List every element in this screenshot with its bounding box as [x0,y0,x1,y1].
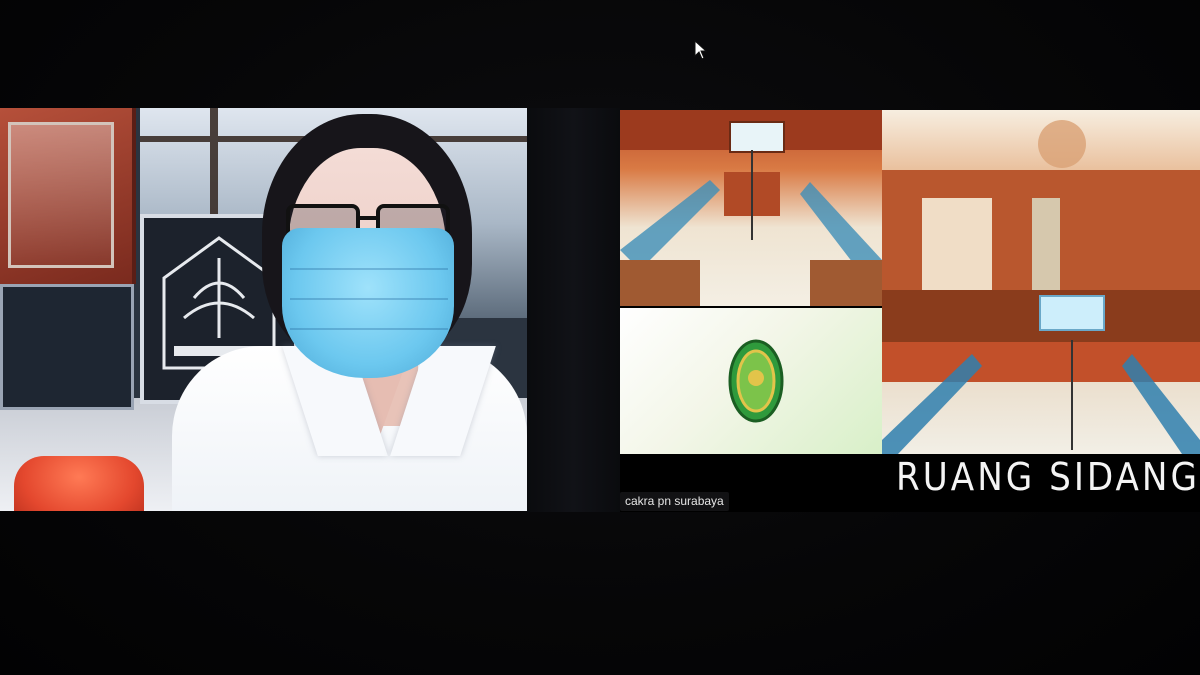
red-chair [14,456,144,511]
display-cabinet [0,108,136,284]
tile-gap [527,108,620,512]
mask-pleat [290,298,448,300]
courtroom-camera-wide [620,110,882,306]
court-emblem-icon [728,339,784,423]
court-caption: RUANG SIDANG [896,455,1200,499]
court-logo-panel [620,308,882,454]
face-mask [282,228,454,378]
participant-video-tile[interactable] [0,108,527,511]
mouse-pointer-icon [694,40,708,60]
mask-pleat [290,328,448,330]
cabinet-lower [0,284,134,410]
mask-pleat [290,268,448,270]
court-video-tile[interactable]: RUANG SIDANG [620,110,1200,512]
courtroom-wide-scene [620,110,882,306]
courtroom-bench-scene [882,120,1200,454]
participant-name-tag: cakra pn surabaya [620,492,729,511]
video-conference-screen: RUANG SIDANG cakra pn surabaya [0,0,1200,675]
courtroom-camera-bench [882,110,1200,454]
